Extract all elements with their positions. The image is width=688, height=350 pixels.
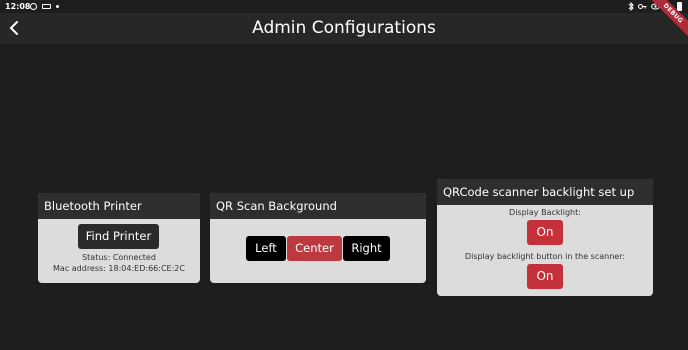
display-backlight-toggle[interactable]: On	[527, 220, 563, 245]
backlight-setup-card: QRCode scanner backlight set up Display …	[437, 179, 653, 296]
backlight-card-title: QRCode scanner backlight set up	[437, 179, 653, 205]
backlight-button-toggle[interactable]: On	[527, 264, 563, 289]
display-backlight-label: Display Backlight:	[509, 208, 581, 217]
qr-option-right[interactable]: Right	[343, 236, 390, 261]
qr-option-center[interactable]: Center	[287, 236, 342, 261]
qr-card-title: QR Scan Background	[210, 193, 426, 219]
cast-icon	[42, 4, 51, 9]
app-bar: Admin Configurations	[0, 13, 688, 44]
page-title: Admin Configurations	[252, 18, 436, 38]
bluetooth-icon	[628, 2, 634, 11]
bluetooth-card-title: Bluetooth Printer	[38, 193, 200, 219]
alarm-icon	[30, 3, 37, 10]
printer-mac-address: Mac address: 18:04:ED:66:CE:2C	[53, 264, 185, 273]
find-printer-button[interactable]: Find Printer	[78, 224, 159, 249]
key-icon	[638, 4, 647, 9]
backlight-button-label: Display backlight button in the scanner:	[464, 252, 626, 261]
back-arrow-icon[interactable]	[7, 20, 23, 36]
status-bar: 12:08	[0, 0, 688, 13]
notification-dot-icon	[56, 5, 59, 8]
bluetooth-printer-card: Bluetooth Printer Find Printer Status: C…	[38, 193, 200, 283]
printer-status: Status: Connected	[82, 253, 156, 262]
qr-option-left[interactable]: Left	[246, 236, 286, 261]
qr-scan-background-card: QR Scan Background Left Center Right	[210, 193, 426, 283]
status-time: 12:08	[5, 2, 31, 11]
